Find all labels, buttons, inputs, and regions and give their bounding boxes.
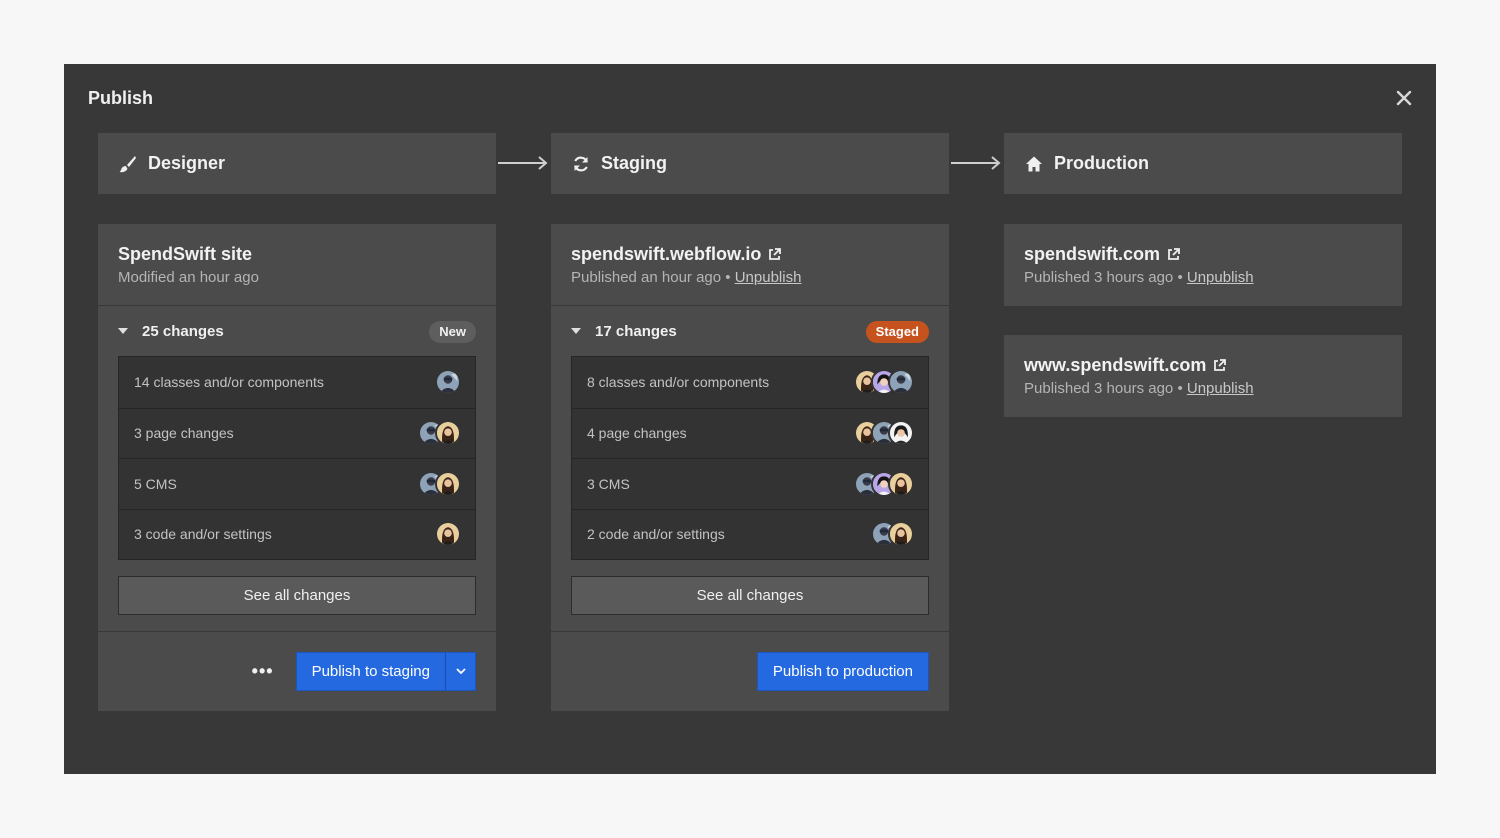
site-modified: Modified an hour ago xyxy=(118,269,259,286)
avatar-group xyxy=(871,521,914,548)
changes-count: 17 changes xyxy=(595,322,677,340)
staging-site-info: spendswift.webflow.io Published an hour … xyxy=(551,224,949,306)
avatar xyxy=(888,470,914,497)
publish-status: Published an hour ago • Unpublish xyxy=(571,269,929,286)
avatar xyxy=(435,420,461,447)
changes-toggle[interactable]: 25 changes New xyxy=(98,306,496,356)
publish-status: Published 3 hours ago • Unpublish xyxy=(1024,269,1382,286)
external-link-icon[interactable] xyxy=(767,247,782,262)
more-options-button[interactable]: ••• xyxy=(252,661,274,682)
domain-name[interactable]: spendswift.webflow.io xyxy=(571,244,761,265)
designer-site-info: SpendSwift site Modified an hour ago xyxy=(98,224,496,306)
publish-status: Published 3 hours ago • Unpublish xyxy=(1024,380,1382,397)
stage-staging: Staging xyxy=(551,133,949,194)
publish-modal: Publish Designer Staging Production Spen… xyxy=(64,64,1436,774)
site-name: SpendSwift site xyxy=(118,244,253,264)
change-label: 2 code and/or settings xyxy=(587,526,725,543)
avatar-group xyxy=(418,470,461,497)
avatar-group xyxy=(435,521,461,548)
change-label: 8 classes and/or components xyxy=(587,374,770,391)
avatar-group xyxy=(854,420,914,447)
avatar xyxy=(888,521,914,548)
stage-label: Production xyxy=(1054,153,1149,173)
domain-name[interactable]: spendswift.com xyxy=(1024,244,1160,265)
published-time: Published 3 hours ago • xyxy=(1024,380,1183,397)
stage-label: Designer xyxy=(148,153,226,173)
unpublish-link[interactable]: Unpublish xyxy=(735,269,802,286)
change-label: 3 code and/or settings xyxy=(134,526,272,543)
chevron-down-icon[interactable] xyxy=(445,653,475,690)
status-badge: Staged xyxy=(865,321,929,343)
production-domain[interactable]: spendswift.com xyxy=(1024,244,1382,265)
list-item[interactable]: 8 classes and/or components xyxy=(572,357,928,408)
publish-label[interactable]: Publish to production xyxy=(758,663,928,680)
published-time: Published 3 hours ago • xyxy=(1024,269,1183,286)
status-badge: New xyxy=(429,321,476,343)
external-link-icon[interactable] xyxy=(1166,247,1181,262)
stage-label: Staging xyxy=(601,153,667,173)
change-list: 8 classes and/or components 4 page chang… xyxy=(571,356,929,560)
production-domain-card: spendswift.com Published 3 hours ago • U… xyxy=(1004,224,1402,306)
avatar-group xyxy=(418,420,461,447)
stage-designer: Designer xyxy=(98,133,496,194)
change-label: 4 page changes xyxy=(587,425,687,442)
publish-to-staging-button[interactable]: Publish to staging xyxy=(295,652,476,691)
change-label: 5 CMS xyxy=(134,475,177,492)
list-item[interactable]: 2 code and/or settings xyxy=(572,508,928,559)
unpublish-link[interactable]: Unpublish xyxy=(1187,380,1254,397)
published-time: Published an hour ago • xyxy=(571,269,731,286)
list-item[interactable]: 3 CMS xyxy=(572,458,928,509)
avatar xyxy=(888,369,914,396)
staging-panel: spendswift.webflow.io Published an hour … xyxy=(551,224,949,711)
changes-count: 25 changes xyxy=(142,322,224,340)
change-label: 3 CMS xyxy=(587,475,630,492)
home-icon xyxy=(1024,154,1044,174)
avatar xyxy=(888,420,914,447)
arrow-right-icon xyxy=(951,156,1001,170)
avatar xyxy=(435,369,461,396)
change-label: 3 page changes xyxy=(134,425,234,442)
list-item[interactable]: 3 page changes xyxy=(119,407,475,458)
list-item[interactable]: 4 page changes xyxy=(572,407,928,458)
unpublish-link[interactable]: Unpublish xyxy=(1187,269,1254,286)
designer-footer: ••• Publish to staging xyxy=(98,631,496,711)
close-icon[interactable] xyxy=(1394,88,1414,108)
publish-to-production-button[interactable]: Publish to production xyxy=(756,652,929,691)
staging-domain[interactable]: spendswift.webflow.io xyxy=(571,244,929,265)
list-item[interactable]: 14 classes and/or components xyxy=(119,357,475,408)
list-item[interactable]: 3 code and/or settings xyxy=(119,508,475,559)
brush-icon xyxy=(118,154,138,174)
changes-toggle[interactable]: 17 changes Staged xyxy=(551,306,949,356)
avatar-group xyxy=(854,470,914,497)
avatar xyxy=(435,470,461,497)
change-list: 14 classes and/or components 3 page chan… xyxy=(118,356,476,560)
arrow-right-icon xyxy=(498,156,548,170)
production-domain-card: www.spendswift.com Published 3 hours ago… xyxy=(1004,335,1402,417)
publish-label[interactable]: Publish to staging xyxy=(297,663,445,680)
staging-footer: Publish to production xyxy=(551,631,949,711)
see-all-changes-button[interactable]: See all changes xyxy=(118,576,476,615)
external-link-icon[interactable] xyxy=(1212,358,1227,373)
stage-production: Production xyxy=(1004,133,1402,194)
avatar xyxy=(435,521,461,548)
caret-down-icon[interactable] xyxy=(571,326,581,336)
see-all-changes-button[interactable]: See all changes xyxy=(571,576,929,615)
avatar-group xyxy=(854,369,914,396)
production-domain[interactable]: www.spendswift.com xyxy=(1024,355,1382,376)
change-label: 14 classes and/or components xyxy=(134,374,324,391)
avatar-group xyxy=(435,369,461,396)
domain-name[interactable]: www.spendswift.com xyxy=(1024,355,1206,376)
designer-panel: SpendSwift site Modified an hour ago 25 … xyxy=(98,224,496,711)
caret-down-icon[interactable] xyxy=(118,326,128,336)
modal-title: Publish xyxy=(88,88,154,108)
refresh-icon xyxy=(571,154,591,174)
list-item[interactable]: 5 CMS xyxy=(119,458,475,509)
